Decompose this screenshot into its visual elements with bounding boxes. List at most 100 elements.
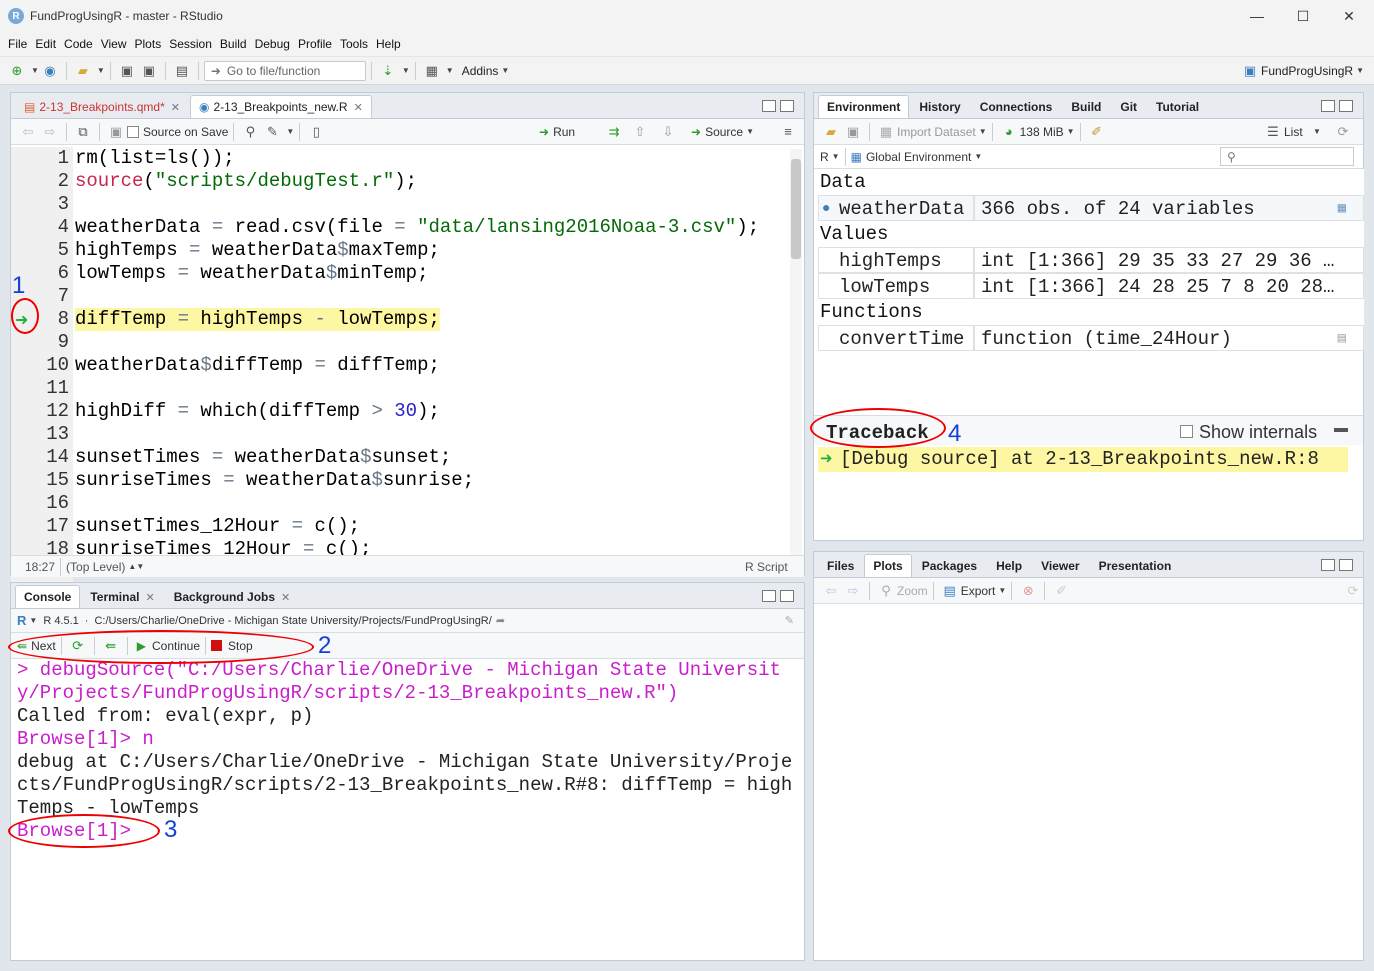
search-icon[interactable]: ⚲ — [241, 123, 259, 141]
code-line-5[interactable]: highTemps = weatherData$maxTemp; — [75, 239, 440, 262]
code-line-10[interactable]: weatherData$diffTemp = diffTemp; — [75, 354, 440, 377]
tab-help[interactable]: Help — [987, 554, 1031, 577]
menu-help[interactable]: Help — [372, 37, 405, 51]
goto-file-input[interactable]: ➜ Go to file/function — [203, 60, 366, 81]
tab-tutorial[interactable]: Tutorial — [1147, 95, 1208, 118]
environment-search-input[interactable]: ⚲ — [1220, 147, 1354, 166]
pane-layout-icon[interactable]: ▦ — [423, 62, 441, 80]
tab-presentation[interactable]: Presentation — [1090, 554, 1181, 577]
save-icon[interactable]: ▣ — [118, 62, 136, 80]
up-arrow-icon[interactable]: ⇧ — [631, 123, 649, 141]
env-row-weatherdata[interactable]: ● weatherData 366 obs. of 24 variables ▦ — [818, 195, 1364, 221]
minimize-button[interactable]: — — [1234, 0, 1280, 32]
close-tab-icon[interactable]: ✕ — [145, 591, 154, 604]
code-line-12[interactable]: highDiff = which(diffTemp > 30); — [75, 400, 440, 423]
clear-console-icon[interactable]: ✎ — [785, 614, 794, 627]
goto-dir-icon[interactable]: ➦ — [496, 614, 505, 627]
prev-plot-icon[interactable]: ⇦ — [822, 582, 840, 600]
save-workspace-icon[interactable]: ▣ — [844, 123, 862, 141]
editor-scrollbar-thumb[interactable] — [791, 159, 801, 259]
new-file-icon[interactable]: ⊕ — [8, 62, 26, 80]
code-line-1[interactable]: rm(list=ls()); — [75, 147, 235, 170]
tab-connections[interactable]: Connections — [971, 95, 1062, 118]
close-tab-icon[interactable]: ✕ — [171, 101, 180, 114]
export-button[interactable]: Export — [961, 584, 996, 598]
outline-menu-icon[interactable]: ≡ — [779, 123, 797, 141]
git-icon[interactable]: ⇣ — [379, 62, 397, 80]
source-on-save-checkbox[interactable] — [127, 125, 139, 138]
tab-breakpoints-qmd[interactable]: ▤ 2-13_Breakpoints.qmd* ✕ — [15, 95, 189, 118]
view-data-icon[interactable]: ▦ — [1338, 196, 1346, 222]
files-pane-controls[interactable] — [1321, 559, 1353, 571]
editor-scrollbar[interactable] — [790, 149, 802, 557]
menu-tools[interactable]: Tools — [336, 37, 372, 51]
menu-file[interactable]: File — [4, 37, 31, 51]
down-arrow-icon[interactable]: ⇩ — [659, 123, 677, 141]
print-icon[interactable]: ▤ — [173, 62, 191, 80]
back-arrow-icon[interactable]: ⇦ — [19, 123, 37, 141]
zoom-button[interactable]: Zoom — [897, 584, 928, 598]
memory-usage[interactable]: 138 MiB — [1020, 125, 1064, 139]
close-window-button[interactable]: ✕ — [1326, 0, 1372, 32]
menu-session[interactable]: Session — [165, 37, 216, 51]
refresh-icon[interactable]: ⟳ — [1334, 123, 1352, 141]
tab-build[interactable]: Build — [1062, 95, 1110, 118]
tab-background-jobs[interactable]: Background Jobs ✕ — [165, 585, 300, 608]
code-line-8-current[interactable]: diffTemp = highTemps - lowTemps; — [75, 308, 440, 331]
collapse-traceback-icon[interactable] — [1334, 428, 1348, 432]
environment-scope-selector[interactable]: Global Environment — [866, 150, 971, 164]
tab-console[interactable]: Console — [15, 585, 81, 608]
code-line-17[interactable]: sunsetTimes_12Hour = c(); — [75, 515, 360, 538]
working-directory[interactable]: C:/Users/Charlie/OneDrive - Michigan Sta… — [94, 615, 491, 627]
tab-history[interactable]: History — [910, 95, 969, 118]
next-plot-icon[interactable]: ⇨ — [844, 582, 862, 600]
traceback-entry[interactable]: ➜ [Debug source] at 2-13_Breakpoints_new… — [818, 447, 1348, 472]
addins-menu[interactable]: Addins — [462, 64, 499, 78]
menu-code[interactable]: Code — [60, 37, 97, 51]
code-line-15[interactable]: sunriseTimes = weatherData$sunrise; — [75, 469, 474, 492]
tab-breakpoints-new-r[interactable]: ◉ 2-13_Breakpoints_new.R ✕ — [189, 95, 372, 118]
show-internals-checkbox[interactable] — [1180, 425, 1193, 438]
view-function-icon[interactable]: ▤ — [1338, 326, 1346, 352]
tab-terminal[interactable]: Terminal ✕ — [81, 585, 163, 608]
menu-debug[interactable]: Debug — [251, 37, 294, 51]
menu-edit[interactable]: Edit — [31, 37, 60, 51]
show-in-window-icon[interactable]: ⧉ — [74, 123, 92, 141]
close-tab-icon[interactable]: ✕ — [281, 591, 290, 604]
remove-plot-icon[interactable]: ⊗ — [1019, 582, 1037, 600]
tab-files[interactable]: Files — [818, 554, 863, 577]
console-output[interactable]: > debugSource("C:/Users/Charlie/OneDrive… — [11, 659, 804, 959]
console-pane-controls[interactable] — [762, 590, 794, 602]
forward-arrow-icon[interactable]: ⇨ — [41, 123, 59, 141]
document-outline-icon[interactable]: ▯ — [307, 123, 325, 141]
new-project-icon[interactable]: ◉ — [41, 62, 59, 80]
wand-icon[interactable]: ✎ — [263, 123, 281, 141]
project-menu[interactable]: ▣ FundProgUsingR ▼ — [1239, 62, 1364, 80]
env-row-lowtemps[interactable]: lowTemps int [1:366] 24 28 25 7 8 20 28… — [818, 273, 1364, 299]
scope-selector[interactable]: (Top Level) — [66, 560, 125, 574]
open-file-icon[interactable]: ▰ — [74, 62, 92, 80]
menu-build[interactable]: Build — [216, 37, 251, 51]
source-button[interactable]: ➜ Source ▼ — [691, 125, 754, 139]
editor-pane-controls[interactable] — [762, 100, 794, 112]
tab-git[interactable]: Git — [1111, 95, 1146, 118]
import-dataset-button[interactable]: Import Dataset — [897, 125, 976, 139]
menu-profile[interactable]: Profile — [294, 37, 336, 51]
code-line-4[interactable]: weatherData = read.csv(file = "data/lans… — [75, 216, 759, 239]
broom-icon[interactable]: ✐ — [1052, 582, 1070, 600]
file-type-selector[interactable]: R Script — [745, 560, 788, 574]
open-workspace-icon[interactable]: ▰ — [822, 123, 840, 141]
broom-icon[interactable]: ✐ — [1088, 123, 1106, 141]
refresh-icon[interactable]: ⟳ — [1344, 582, 1362, 600]
save-all-icon[interactable]: ▣ — [140, 62, 158, 80]
rerun-icon[interactable]: ⇉ — [605, 123, 623, 141]
tab-packages[interactable]: Packages — [913, 554, 986, 577]
tab-plots[interactable]: Plots — [864, 554, 912, 577]
maximize-button[interactable]: ☐ — [1280, 0, 1326, 32]
tab-environment[interactable]: Environment — [818, 95, 910, 118]
menu-view[interactable]: View — [97, 37, 131, 51]
view-mode-selector[interactable]: List — [1284, 125, 1303, 139]
code-line-2[interactable]: source("scripts/debugTest.r"); — [75, 170, 417, 193]
menu-plots[interactable]: Plots — [131, 37, 166, 51]
environment-pane-controls[interactable] — [1321, 100, 1353, 112]
